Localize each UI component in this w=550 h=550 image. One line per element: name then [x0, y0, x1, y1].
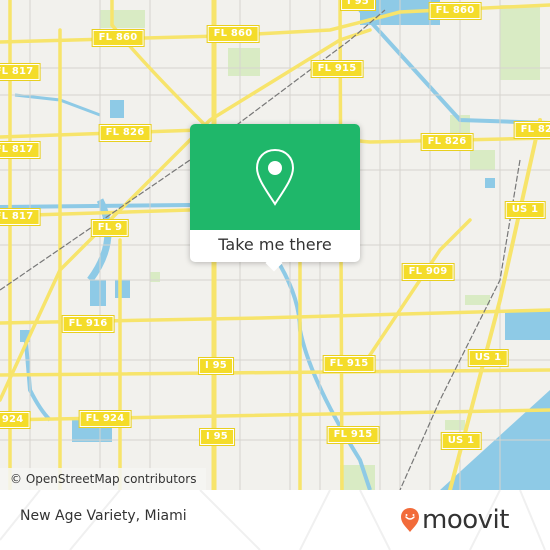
road-label: FL 9 — [90, 219, 130, 237]
road-label: FL 826 — [513, 121, 550, 139]
place-name: New Age Variety, Miami — [20, 508, 187, 524]
map-pin-icon — [255, 148, 295, 206]
park — [445, 420, 465, 430]
location-popup[interactable]: Take me there — [190, 124, 360, 272]
park — [500, 5, 540, 80]
road-label: FL 826 — [420, 133, 474, 151]
park — [228, 48, 260, 76]
map[interactable]: FL 860 FL 860 FL 860 I 95 FL 817 FL 817 … — [0, 0, 550, 490]
road-label: FL 826 — [98, 124, 152, 142]
road-label: FL 860 — [206, 25, 260, 43]
brand-name: moovit — [422, 505, 509, 535]
road-label: FL 909 — [401, 263, 455, 281]
road-label: FL 924 — [78, 410, 132, 428]
road-label: FL 817 — [0, 208, 41, 226]
canal — [0, 203, 191, 209]
moovit-pin-icon — [401, 508, 419, 532]
road-label: FL 915 — [326, 426, 380, 444]
road-label: US 1 — [467, 349, 509, 367]
road-label: FL 860 — [428, 2, 482, 20]
marina — [505, 310, 550, 340]
canal — [278, 264, 372, 490]
popup-header — [190, 124, 360, 230]
take-me-there-button[interactable]: Take me there — [190, 230, 360, 262]
road-label: FL 817 — [0, 63, 41, 81]
road-fl909 — [358, 218, 472, 372]
park — [470, 150, 495, 170]
road-label: FL 817 — [0, 141, 41, 159]
road-label: FL 860 — [91, 29, 145, 47]
road-label: I 95 — [199, 428, 235, 446]
lake — [110, 100, 124, 118]
park — [100, 10, 145, 28]
canal — [14, 93, 101, 117]
road-label: FL 924 — [0, 411, 31, 429]
road-label: I 95 — [198, 357, 234, 375]
map-attribution[interactable]: © OpenStreetMap contributors — [0, 468, 207, 490]
lake — [90, 280, 106, 306]
road-label: US 1 — [440, 432, 482, 450]
road-label: I 95 — [340, 0, 376, 11]
moovit-logo[interactable]: moovit — [400, 500, 509, 540]
road-label: FL 916 — [61, 315, 115, 333]
road-label: US 1 — [504, 201, 546, 219]
park — [465, 295, 490, 305]
lake — [485, 178, 495, 188]
road-label: FL 915 — [322, 355, 376, 373]
footer: New Age Variety, Miami moovit — [0, 490, 550, 550]
lake — [115, 280, 130, 298]
road-fl915 — [0, 368, 550, 377]
road-label: FL 915 — [310, 60, 364, 78]
